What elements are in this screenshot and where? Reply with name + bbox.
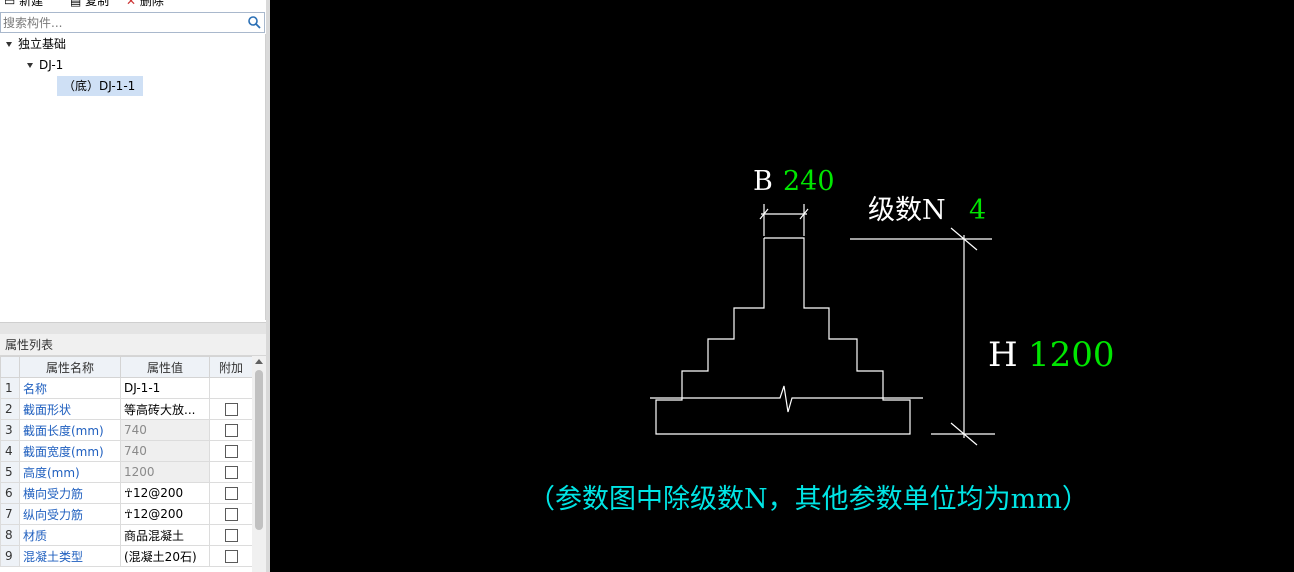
extra-cell [209, 440, 253, 462]
tree-node-label: 独立基础 [18, 37, 67, 51]
property-name: 截面宽度(mm) [19, 440, 121, 462]
unit-note: （参数图中除级数N，其他参数单位均为mm） [528, 484, 1089, 515]
row-index: 4 [0, 440, 20, 462]
dim-b-value: 240 [783, 166, 835, 197]
extra-checkbox[interactable] [224, 487, 238, 500]
expand-icon[interactable] [27, 63, 33, 68]
table-row[interactable]: 7 纵向受力筋 ☥12@200 [0, 503, 253, 525]
expand-icon[interactable] [6, 42, 12, 47]
extra-cell [209, 482, 253, 504]
table-row[interactable]: 3 截面长度(mm) 740 [0, 419, 253, 441]
row-index: 6 [0, 482, 20, 504]
tree-node-label: DJ-1 [39, 58, 64, 72]
component-tree: 独立基础 DJ-1 （底）DJ-1-1 [0, 34, 266, 320]
column-header-extra[interactable]: 附加 [209, 356, 253, 378]
property-name: 材质 [19, 524, 121, 546]
copy-label: 复制 [85, 0, 110, 8]
row-index: 1 [0, 377, 20, 399]
row-index: 3 [0, 419, 20, 441]
extra-cell [209, 377, 253, 399]
column-header-index [0, 356, 20, 378]
property-value[interactable]: (混凝土20石) [120, 545, 210, 567]
break-line [650, 385, 923, 413]
table-row[interactable]: 4 截面宽度(mm) 740 [0, 440, 253, 462]
extra-checkbox[interactable] [224, 424, 238, 437]
row-index: 2 [0, 398, 20, 420]
property-value[interactable]: ☥12@200 [120, 503, 210, 525]
search-input[interactable] [1, 14, 245, 31]
property-table: 属性名称 属性值 附加 1 名称 DJ-1-1 2 截面形状 等高砖大放... 3 截面长度(… [0, 356, 253, 567]
extra-checkbox[interactable] [224, 466, 238, 479]
extra-cell [209, 545, 253, 567]
new-button[interactable]: ▭ 新建 [4, 0, 43, 9]
row-index: 8 [0, 524, 20, 546]
dim-b-label: B [753, 166, 773, 197]
new-label: 新建 [19, 0, 44, 8]
scroll-up-icon[interactable] [255, 359, 263, 364]
tree-node-root[interactable]: 独立基础 [6, 34, 66, 54]
property-table-header: 属性名称 属性值 附加 [0, 356, 253, 378]
left-panel: ▭ 新建 ▤ 复制 ✕ 删除 独立基础 DJ-1 （底）DJ-1-1 属性列表 … [0, 0, 266, 572]
copy-button[interactable]: ▤ 复制 [70, 0, 109, 9]
delete-button[interactable]: ✕ 删除 [126, 0, 164, 9]
parameter-drawing: B 240 级数N 4 H 1200 （参数图中除级数N，其他参数单位均为mm） [270, 0, 1294, 572]
table-row[interactable]: 1 名称 DJ-1-1 [0, 377, 253, 399]
property-value[interactable]: 740 [120, 419, 210, 441]
steps-label: 级数N [868, 195, 946, 226]
property-name: 名称 [19, 377, 121, 399]
extra-cell [209, 419, 253, 441]
property-scrollbar[interactable] [252, 356, 266, 572]
extra-checkbox[interactable] [224, 529, 238, 542]
dim-h-value: 1200 [1028, 335, 1115, 375]
toolbar: ▭ 新建 ▤ 复制 ✕ 删除 [0, 0, 266, 8]
dim-h-label: H [988, 335, 1018, 375]
property-name: 截面长度(mm) [19, 419, 121, 441]
property-name: 高度(mm) [19, 461, 121, 483]
tree-node-leaf[interactable]: （底）DJ-1-1 [57, 76, 144, 96]
delete-label: 删除 [139, 0, 164, 8]
property-value[interactable]: 商品混凝土 [120, 524, 210, 546]
extra-checkbox[interactable] [224, 550, 238, 563]
property-value[interactable]: 等高砖大放... [120, 398, 210, 420]
scroll-thumb[interactable] [255, 370, 263, 530]
table-row[interactable]: 6 横向受力筋 ☥12@200 [0, 482, 253, 504]
property-list-title: 属性列表 [0, 334, 266, 356]
extra-cell [209, 461, 253, 483]
steps-value: 4 [969, 195, 986, 226]
extra-checkbox[interactable] [224, 403, 238, 416]
column-header-value[interactable]: 属性值 [120, 356, 210, 378]
property-name: 纵向受力筋 [19, 503, 121, 525]
extra-cell [209, 524, 253, 546]
property-name: 混凝土类型 [19, 545, 121, 567]
extra-cell [209, 398, 253, 420]
extra-checkbox[interactable] [224, 508, 238, 521]
property-value[interactable]: 740 [120, 440, 210, 462]
extra-cell [209, 503, 253, 525]
table-row[interactable]: 9 混凝土类型 (混凝土20石) [0, 545, 253, 567]
foundation-outline [655, 237, 911, 435]
column-header-name[interactable]: 属性名称 [19, 356, 121, 378]
table-row[interactable]: 8 材质 商品混凝土 [0, 524, 253, 546]
row-index: 5 [0, 461, 20, 483]
property-value[interactable]: DJ-1-1 [120, 377, 210, 399]
tree-node-child[interactable]: DJ-1 [27, 55, 63, 75]
extra-checkbox[interactable] [224, 445, 238, 458]
search-icon[interactable] [247, 15, 261, 29]
property-name: 截面形状 [19, 398, 121, 420]
search-bar [0, 12, 265, 33]
row-index: 9 [0, 545, 20, 567]
table-row[interactable]: 5 高度(mm) 1200 [0, 461, 253, 483]
property-value[interactable]: ☥12@200 [120, 482, 210, 504]
row-index: 7 [0, 503, 20, 525]
table-row[interactable]: 2 截面形状 等高砖大放... [0, 398, 253, 420]
property-value[interactable]: 1200 [120, 461, 210, 483]
property-name: 横向受力筋 [19, 482, 121, 504]
tree-node-label: （底）DJ-1-1 [63, 79, 136, 93]
